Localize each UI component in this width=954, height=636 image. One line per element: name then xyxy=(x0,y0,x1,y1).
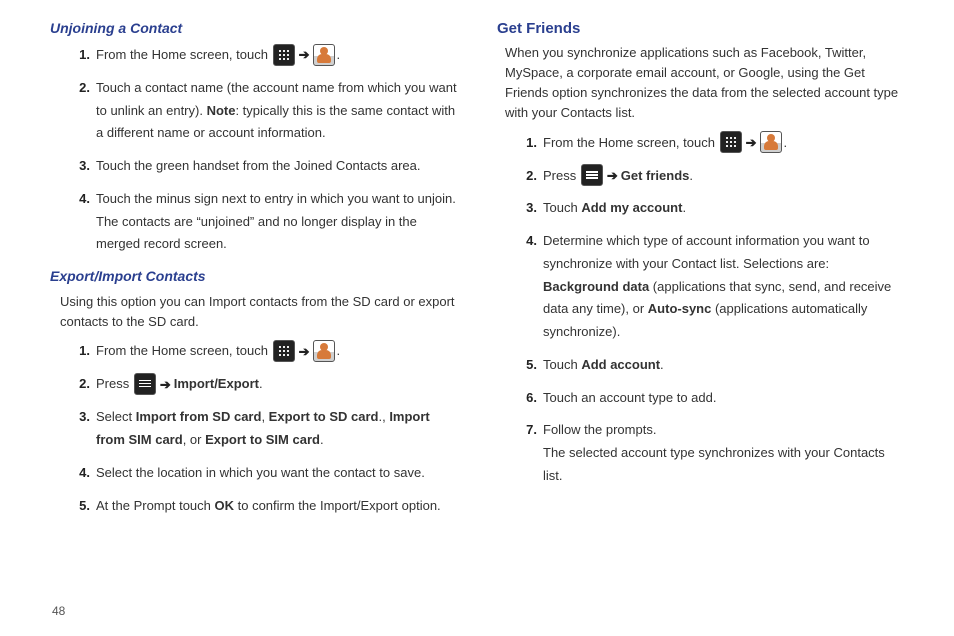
heading-get-friends: Get Friends xyxy=(497,20,904,37)
export-steps: From the Home screen, touch ➔. Press ➔Imp… xyxy=(50,340,457,517)
menu-icon xyxy=(134,373,156,395)
get-friends-intro: When you synchronize applications such a… xyxy=(497,43,904,124)
arrow-icon: ➔ xyxy=(160,374,171,397)
step-item: From the Home screen, touch ➔. xyxy=(78,44,457,67)
step-item: Touch Add account. xyxy=(525,354,904,377)
arrow-icon: ➔ xyxy=(299,341,310,364)
bold-text: Export to SD card xyxy=(269,409,379,424)
step-item: Select Import from SD card, Export to SD… xyxy=(78,406,457,452)
step-item: Touch the minus sign next to entry in wh… xyxy=(78,188,457,256)
get-friends-steps: From the Home screen, touch ➔. Press ➔Get… xyxy=(497,132,904,488)
bold-text: Note xyxy=(207,103,236,118)
apps-icon xyxy=(720,131,742,153)
export-intro: Using this option you can Import contact… xyxy=(50,292,457,332)
arrow-icon: ➔ xyxy=(299,44,310,67)
left-column: Unjoining a Contact From the Home screen… xyxy=(50,20,457,636)
step-item: Determine which type of account informat… xyxy=(525,230,904,344)
bold-text: OK xyxy=(215,498,235,513)
apps-icon xyxy=(273,340,295,362)
apps-icon xyxy=(273,44,295,66)
bold-text: Add account xyxy=(581,357,660,372)
bold-text: Import/Export xyxy=(174,376,259,391)
step-item: Touch the green handset from the Joined … xyxy=(78,155,457,178)
bold-text: Auto-sync xyxy=(648,301,712,316)
step-item: Touch Add my account. xyxy=(525,197,904,220)
heading-export-import: Export/Import Contacts xyxy=(50,268,457,284)
arrow-icon: ➔ xyxy=(607,165,618,188)
step-item: Press ➔Import/Export. xyxy=(78,373,457,396)
bold-text: Get friends xyxy=(621,168,690,183)
step-item: From the Home screen, touch ➔. xyxy=(525,132,904,155)
page-number: 48 xyxy=(52,604,65,618)
manual-page: Unjoining a Contact From the Home screen… xyxy=(0,0,954,636)
bold-text: Import from SD card xyxy=(136,409,262,424)
contact-icon xyxy=(313,44,335,66)
step-item: From the Home screen, touch ➔. xyxy=(78,340,457,363)
menu-icon xyxy=(581,164,603,186)
step-item: Follow the prompts.The selected account … xyxy=(525,419,904,487)
step-item: Press ➔Get friends. xyxy=(525,165,904,188)
arrow-icon: ➔ xyxy=(746,132,757,155)
contact-icon xyxy=(760,131,782,153)
right-column: Get Friends When you synchronize applica… xyxy=(497,20,904,636)
step-item: At the Prompt touch OK to confirm the Im… xyxy=(78,495,457,518)
step-item: Touch a contact name (the account name f… xyxy=(78,77,457,145)
step-item: Touch an account type to add. xyxy=(525,387,904,410)
step-item: Select the location in which you want th… xyxy=(78,462,457,485)
unjoining-steps: From the Home screen, touch ➔. Touch a co… xyxy=(50,44,457,256)
bold-text: Export to SIM card xyxy=(205,432,320,447)
heading-unjoining: Unjoining a Contact xyxy=(50,20,457,36)
bold-text: Background data xyxy=(543,279,649,294)
bold-text: Add my account xyxy=(581,200,682,215)
contact-icon xyxy=(313,340,335,362)
